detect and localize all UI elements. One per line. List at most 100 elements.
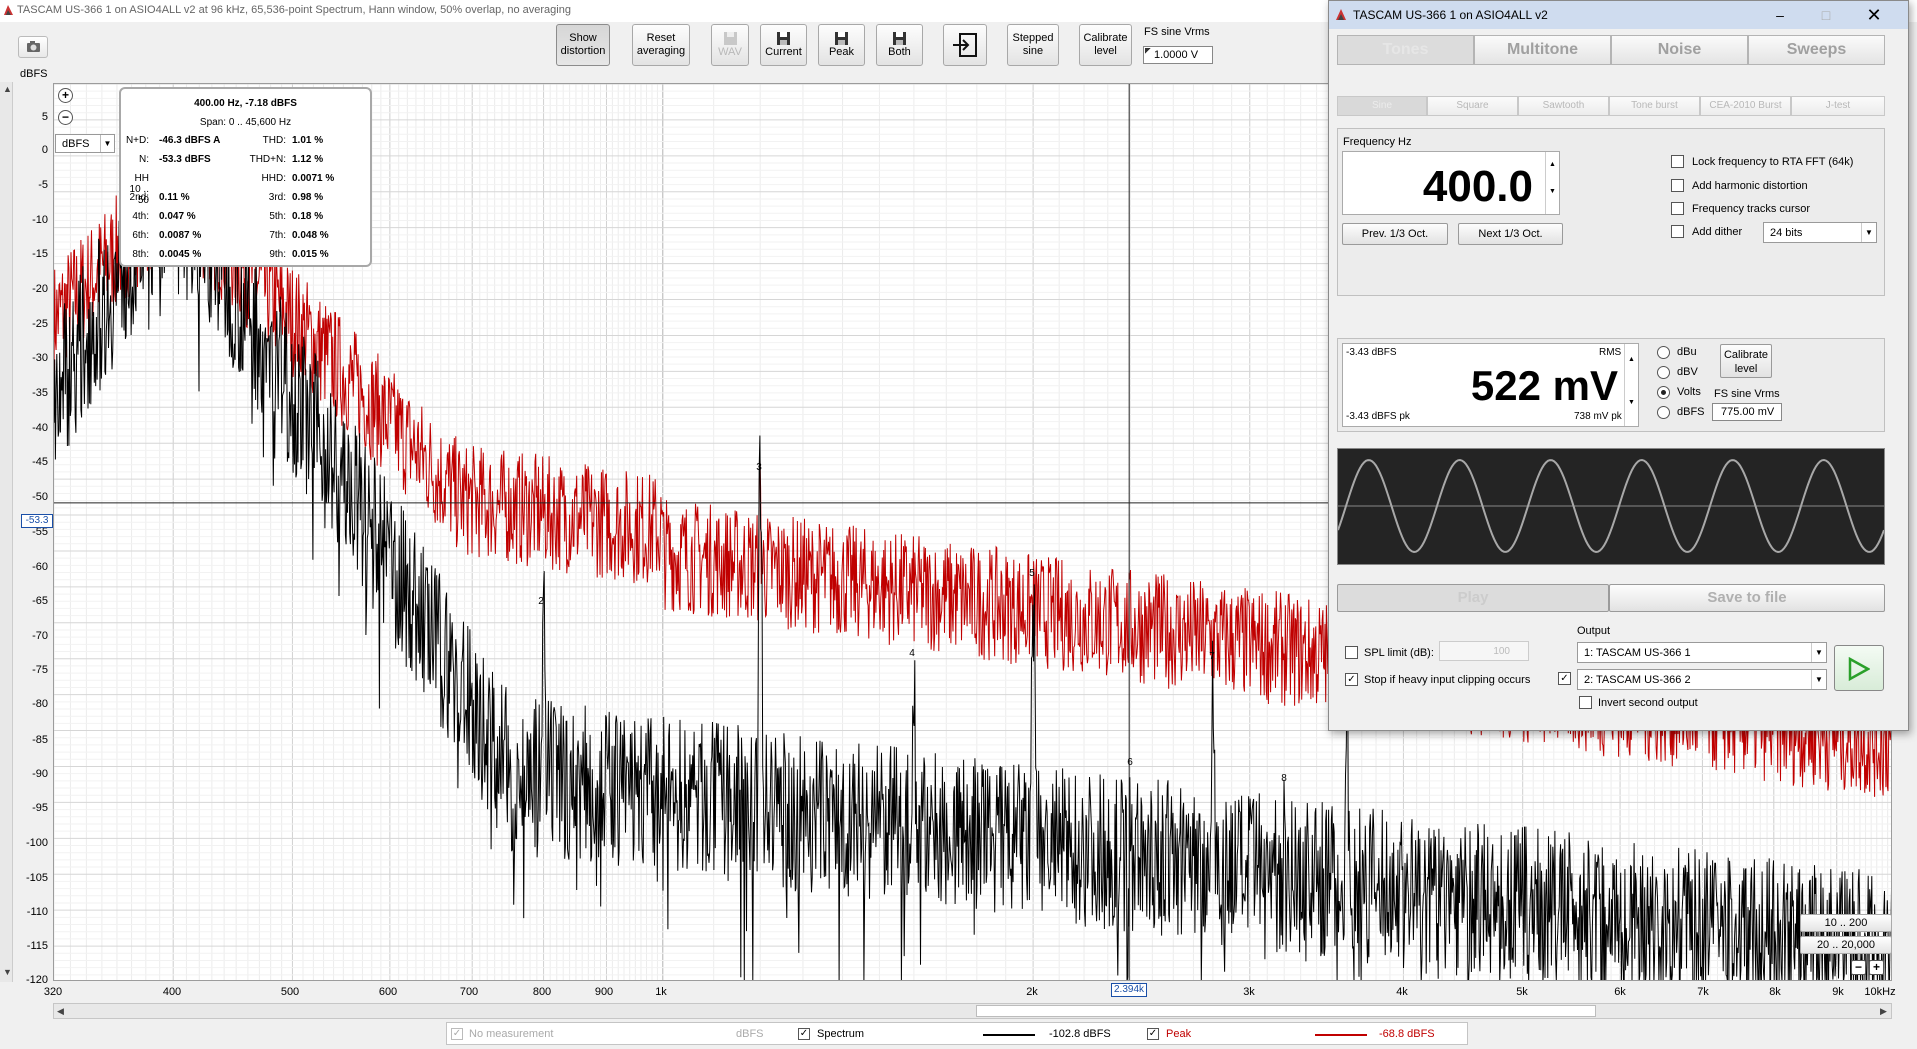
info-label: HHD: <box>261 173 286 184</box>
y-axis-unit: dBFS <box>20 68 48 80</box>
unit-volts-radio[interactable] <box>1657 386 1670 399</box>
info-label: 9th: <box>269 249 286 260</box>
no-measurement-checkbox[interactable]: ✓ <box>451 1028 463 1040</box>
tab-tones[interactable]: Tones <box>1337 35 1474 65</box>
minimize-icon[interactable]: – <box>1765 4 1795 26</box>
prev-third-octave-button[interactable]: Prev. 1/3 Oct. <box>1342 223 1448 245</box>
peak-checkbox[interactable]: ✓ <box>1147 1028 1159 1040</box>
scroll-left-icon[interactable]: ◀ <box>57 1006 64 1017</box>
unit-dbv-label: dBV <box>1677 366 1698 378</box>
unit-dbv-radio[interactable] <box>1657 366 1670 379</box>
maximize-icon[interactable]: □ <box>1811 4 1841 26</box>
spectrum-checkbox[interactable]: ✓ <box>798 1028 810 1040</box>
scroll-up-icon[interactable]: ▲ <box>3 84 12 94</box>
y-tick-label: -110 <box>26 906 48 918</box>
close-icon[interactable]: ✕ <box>1859 4 1889 26</box>
import-button[interactable] <box>943 24 987 66</box>
add-harmonic-distortion-checkbox[interactable] <box>1671 179 1684 192</box>
frequency-tracks-cursor-label: Frequency tracks cursor <box>1692 203 1810 215</box>
next-third-octave-button[interactable]: Next 1/3 Oct. <box>1458 223 1563 245</box>
info-label: 3rd: <box>268 192 286 203</box>
zoom-in-x-icon[interactable]: + <box>1869 960 1884 975</box>
zoom-in-icon[interactable]: + <box>58 88 73 103</box>
subtab-sawtooth[interactable]: Sawtooth <box>1518 96 1609 116</box>
scroll-right-icon[interactable]: ▶ <box>1880 1006 1887 1017</box>
play-generator-button[interactable] <box>1834 645 1884 691</box>
unit-dbu-label: dBu <box>1677 346 1697 358</box>
x-tick-label: 800 <box>532 986 552 998</box>
calibrate-level-button[interactable]: Calibrate level <box>1079 24 1132 66</box>
generator-calibrate-button[interactable]: Calibrate level <box>1720 344 1772 378</box>
subtab-j-test[interactable]: J-test <box>1791 96 1885 116</box>
unit-dbfs-radio[interactable] <box>1657 406 1670 419</box>
level-input[interactable]: -3.43 dBFS RMS 522 mV -3.43 dBFS pk 738 … <box>1342 343 1639 427</box>
tab-noise[interactable]: Noise <box>1611 35 1748 65</box>
save-current-button[interactable]: Current <box>760 24 807 66</box>
spectrum-value: -102.8 dBFS <box>1049 1028 1111 1040</box>
level-spinner[interactable]: ▲ ▼ <box>1624 344 1638 426</box>
spl-limit-input[interactable]: 100 <box>1439 641 1529 661</box>
vertical-scrollbar[interactable]: ▲ ▼ <box>0 82 13 982</box>
cursor-frequency-readout: 2.394k <box>1111 983 1147 997</box>
frequency-label: Frequency Hz <box>1343 136 1412 148</box>
range-20-20000-button[interactable]: 20 .. 20,000 <box>1800 936 1892 954</box>
level-rms-dbfs: -3.43 dBFS <box>1346 347 1397 358</box>
spectrum-swatch <box>983 1034 1035 1036</box>
play-button[interactable]: Play <box>1337 584 1609 612</box>
fs-sine-input[interactable]: 1.0000 V <box>1143 46 1213 64</box>
dither-bits-select[interactable]: 24 bits ▼ <box>1763 222 1877 243</box>
scroll-thumb[interactable] <box>976 1005 1596 1017</box>
scroll-down-icon[interactable]: ▼ <box>3 967 12 977</box>
unit-dbu-radio[interactable] <box>1657 346 1670 359</box>
x-tick-label: 400 <box>162 986 182 998</box>
invert-second-output-checkbox[interactable] <box>1579 696 1592 709</box>
y-tick-label: -35 <box>32 387 48 399</box>
wav-button[interactable]: WAV <box>711 24 749 66</box>
tab-sweeps[interactable]: Sweeps <box>1748 35 1885 65</box>
info-value: 0.0087 % <box>159 230 202 241</box>
output2-select[interactable]: 2: TASCAM US-366 2 ▼ <box>1577 669 1827 690</box>
stepped-sine-button[interactable]: Stepped sine <box>1007 24 1059 66</box>
subtab-sine[interactable]: Sine <box>1337 96 1427 116</box>
frequency-value: 400.0 <box>1422 162 1533 211</box>
stop-clipping-checkbox[interactable]: ✓ <box>1345 673 1358 686</box>
reset-averaging-button[interactable]: Reset averaging <box>632 24 690 66</box>
save-to-file-button[interactable]: Save to file <box>1609 584 1885 612</box>
frequency-input[interactable]: 400.0 ▲ ▼ <box>1342 151 1560 215</box>
y-tick-label: -30 <box>32 352 48 364</box>
frequency-spinner[interactable]: ▲ ▼ <box>1545 152 1559 214</box>
unit-select[interactable]: dBFS ▼ <box>55 134 115 153</box>
save-peak-button[interactable]: Peak <box>818 24 865 66</box>
range-10-200-button[interactable]: 10 .. 200 <box>1800 914 1892 932</box>
harmonic-label: 8 <box>1281 773 1287 784</box>
calibrate-label-1: Calibrate <box>1083 32 1128 44</box>
unit-volts-label: Volts <box>1677 386 1701 398</box>
zoom-out-x-icon[interactable]: − <box>1851 960 1866 975</box>
subtab-square[interactable]: Square <box>1427 96 1518 116</box>
save-both-button[interactable]: Both <box>876 24 923 66</box>
subtab-tone-burst[interactable]: Tone burst <box>1609 96 1700 116</box>
spl-limit-checkbox[interactable] <box>1345 646 1358 659</box>
info-label: 4th: <box>132 211 149 222</box>
level-pk-value: 738 mV pk <box>1574 411 1622 422</box>
calibrate-label-1: Calibrate <box>1723 349 1769 361</box>
calibrate-label-2: level <box>1734 363 1758 375</box>
info-value: -46.3 dBFS A <box>159 135 221 146</box>
frequency-tracks-cursor-checkbox[interactable] <box>1671 202 1684 215</box>
generator-fs-input[interactable]: 775.00 mV <box>1712 403 1782 421</box>
tab-multitone[interactable]: Multitone <box>1474 35 1611 65</box>
cursor-level-readout: -53.3 <box>21 514 53 528</box>
camera-button[interactable] <box>18 36 48 58</box>
horizontal-scrollbar[interactable]: ◀ ▶ <box>53 1003 1892 1019</box>
show-distortion-button[interactable]: Show distortion <box>556 24 610 66</box>
generator-window: TASCAM US-366 1 on ASIO4ALL v2 – □ ✕ Ton… <box>1328 0 1909 731</box>
output1-select[interactable]: 1: TASCAM US-366 1 ▼ <box>1577 642 1827 663</box>
subtab-cea-burst[interactable]: CEA-2010 Burst <box>1700 96 1791 116</box>
x-tick-label: 7k <box>1697 986 1709 998</box>
add-dither-checkbox[interactable] <box>1671 225 1684 238</box>
second-output-checkbox[interactable]: ✓ <box>1558 672 1571 685</box>
info-value: 1.12 % <box>292 154 324 165</box>
unit-dbfs-label: dBFS <box>1677 406 1705 418</box>
lock-frequency-checkbox[interactable] <box>1671 155 1684 168</box>
zoom-out-icon[interactable]: − <box>58 110 73 125</box>
